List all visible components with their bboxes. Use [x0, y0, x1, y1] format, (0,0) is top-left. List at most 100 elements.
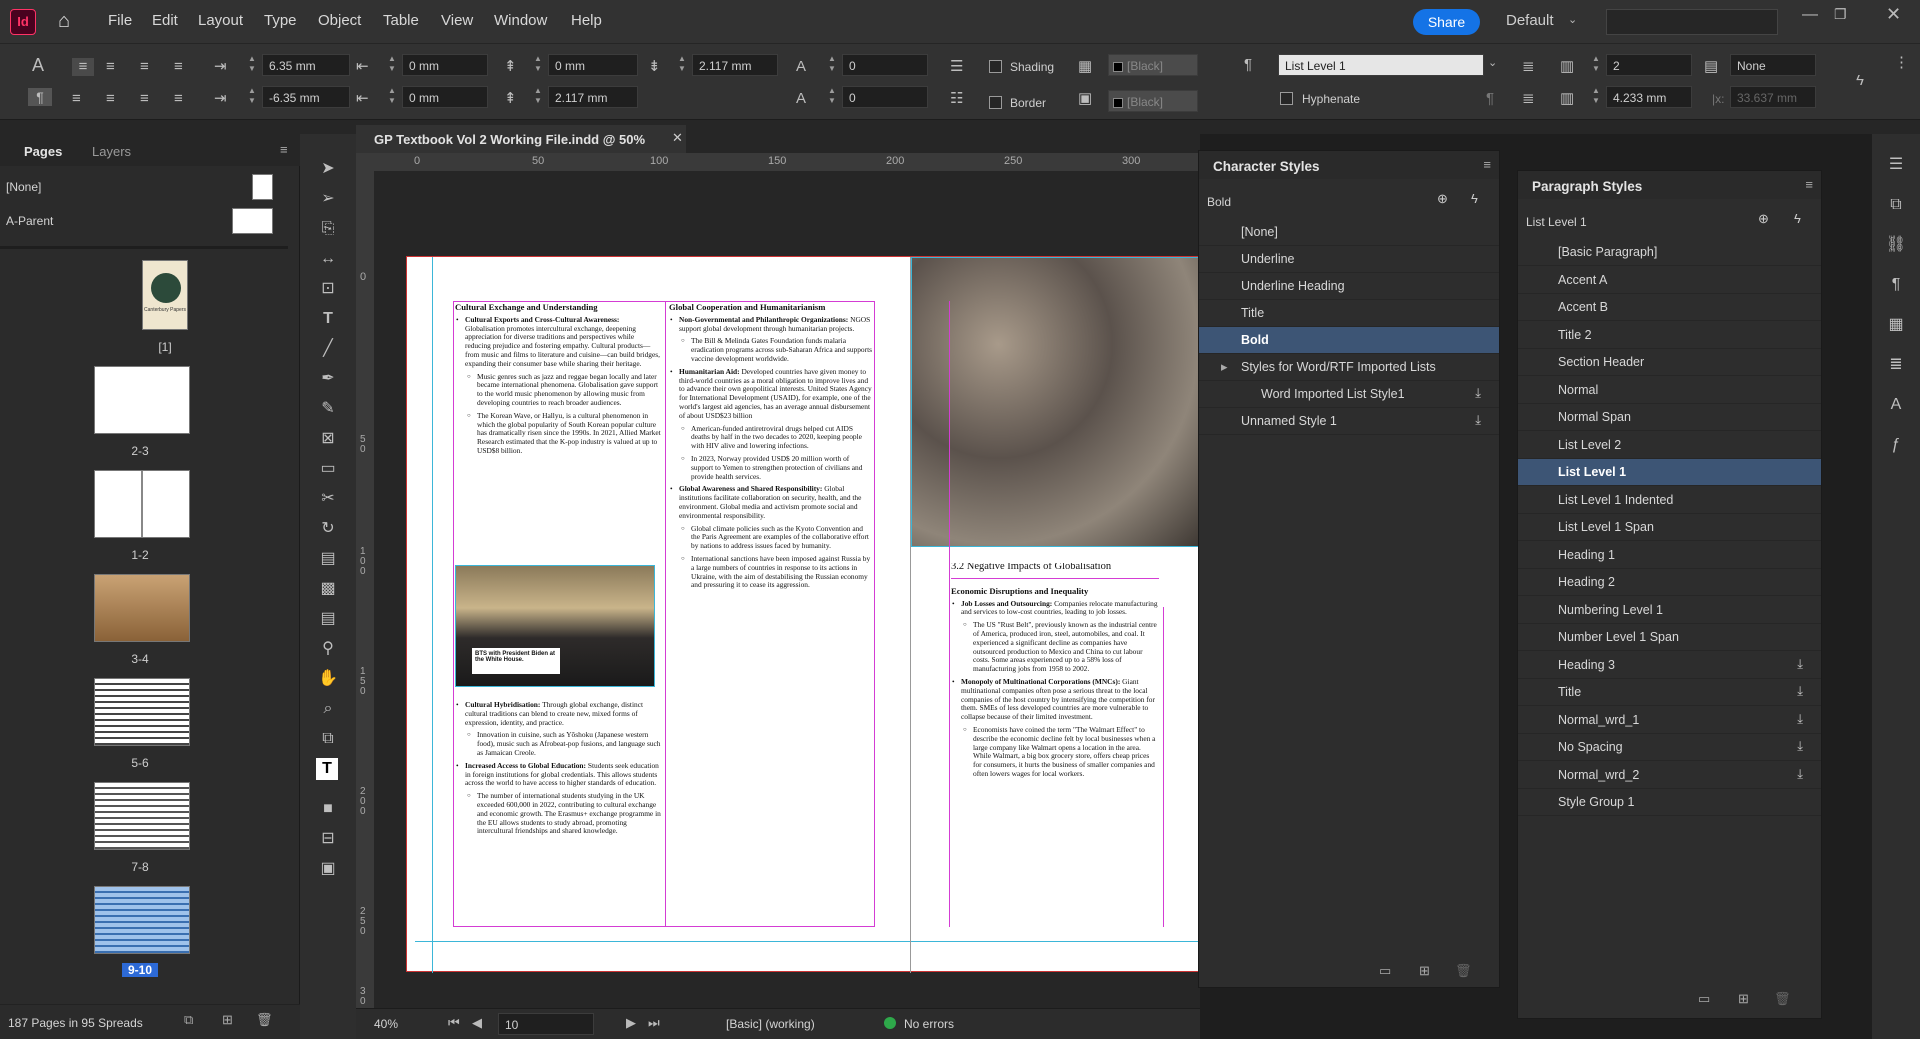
new-style-icon[interactable]: ⊞	[1738, 991, 1749, 1007]
quick-apply-icon[interactable]: ϟ	[1856, 72, 1864, 90]
master-a-parent[interactable]: A-Parent	[6, 214, 53, 228]
direct-selection-tool-icon[interactable]: ➢	[316, 188, 340, 210]
new-page-icon[interactable]: ⊞	[222, 1012, 233, 1028]
shading-settings-icon[interactable]: ▦	[1078, 58, 1092, 76]
panel-menu-icon[interactable]: ≡	[1483, 157, 1491, 172]
zoom-level[interactable]: 40%	[374, 1017, 398, 1031]
line-tool-icon[interactable]: ╱	[316, 338, 340, 360]
hyphenate-checkbox[interactable]	[1280, 92, 1293, 105]
menu-table[interactable]: Table	[383, 12, 419, 29]
left-indent-stepper[interactable]: ▲ ▼	[246, 54, 258, 76]
close-window-icon[interactable]: ✕	[1886, 4, 1901, 25]
page-tool-icon[interactable]: ⎘	[316, 218, 340, 240]
style-item[interactable]: Heading 1	[1518, 542, 1821, 569]
style-item[interactable]: List Level 2	[1518, 432, 1821, 459]
space-after-stepper[interactable]: ▲ ▼	[676, 54, 688, 76]
style-item[interactable]: [Basic Paragraph]	[1518, 239, 1821, 266]
next-page-icon[interactable]: ▶	[626, 1015, 636, 1031]
menu-type[interactable]: Type	[264, 12, 297, 29]
search-input[interactable]	[1606, 9, 1778, 35]
new-group-icon[interactable]: ▭	[1698, 991, 1710, 1007]
align-right-icon[interactable]: ≡	[140, 58, 149, 76]
minimize-icon[interactable]: —	[1802, 6, 1818, 24]
zoom-tool-icon[interactable]: ⌕	[316, 698, 340, 720]
spread-thumb-1-2[interactable]	[94, 470, 190, 538]
style-item[interactable]: Underline Heading	[1199, 273, 1499, 300]
properties-icon[interactable]: ☰	[1884, 154, 1908, 176]
style-item[interactable]: Accent A	[1518, 267, 1821, 294]
left-indent-field[interactable]: 6.35 mm	[262, 54, 350, 76]
formatting-text-icon[interactable]: T	[316, 758, 338, 780]
page-spread[interactable]: Cultural Exchange and Understanding Cult…	[406, 256, 1201, 973]
pages-panel-icon[interactable]: ⧉	[1884, 194, 1908, 216]
page-thumb-cover[interactable]: Canterbury Papers	[142, 260, 188, 330]
gradient-tool-icon[interactable]: ▤	[316, 548, 340, 570]
style-item[interactable]: Title 2	[1518, 322, 1821, 349]
last-indent-field[interactable]: 0 mm	[402, 86, 488, 108]
hand-tool-icon[interactable]: ✋	[316, 668, 340, 690]
scissors-tool-icon[interactable]: ✂	[316, 488, 340, 510]
drop-chars-stepper[interactable]: ▲ ▼	[826, 86, 838, 108]
bts-photo[interactable]: BTS with President Biden at the White Ho…	[455, 565, 655, 687]
note-tool-icon[interactable]: ▤	[316, 608, 340, 630]
menu-view[interactable]: View	[441, 12, 473, 29]
close-document-icon[interactable]: ✕	[672, 130, 683, 146]
justify-all-icon[interactable]: ≡	[106, 90, 115, 108]
preflight-errors[interactable]: No errors	[904, 1017, 954, 1031]
new-style-icon[interactable]: ⊞	[1419, 963, 1430, 979]
edit-page-size-icon[interactable]: ⧉	[184, 1012, 193, 1028]
rectangle-tool-icon[interactable]: ▭	[316, 458, 340, 480]
restore-icon[interactable]: ❐	[1834, 6, 1847, 23]
paragraph-panel-icon[interactable]: ¶	[1884, 274, 1908, 296]
first-indent-stepper[interactable]: ▲ ▼	[246, 86, 258, 108]
view-mode-icon[interactable]: ⊟	[316, 828, 340, 850]
eyedropper-tool-icon[interactable]: ⚲	[316, 638, 340, 660]
border-color-select[interactable]: [Black]	[1108, 90, 1198, 112]
gradient-feather-icon[interactable]: ▩	[316, 578, 340, 600]
rectangle-frame-tool-icon[interactable]: ⊠	[316, 428, 340, 450]
style-item[interactable]: No Spacing	[1518, 734, 1821, 761]
spread-thumb-3-4[interactable]	[94, 574, 190, 642]
page-number-field[interactable]: 10	[498, 1013, 594, 1035]
workspace-switcher[interactable]: Default	[1506, 12, 1554, 29]
fill-stroke-icon[interactable]: ⧉	[316, 728, 340, 750]
align-away-spine-icon[interactable]: ≡	[174, 90, 183, 108]
style-item[interactable]: Unnamed Style 1	[1199, 408, 1499, 435]
panel-menu-icon[interactable]: ⋮	[1894, 54, 1909, 72]
menu-file[interactable]: File	[108, 12, 132, 29]
style-item-selected[interactable]: List Level 1	[1518, 459, 1821, 486]
style-item[interactable]: Heading 2	[1518, 569, 1821, 596]
character-panel-icon[interactable]: A	[1884, 394, 1908, 416]
links-panel-icon[interactable]: ⛓	[1884, 234, 1908, 256]
clear-overrides-icon[interactable]: ¶	[1486, 90, 1494, 108]
right-indent-stepper[interactable]: ▲ ▼	[386, 54, 398, 76]
style-item-selected[interactable]: Bold	[1199, 327, 1499, 354]
stroke-icon[interactable]: ≣	[1884, 354, 1908, 376]
column-1-continued[interactable]: Cultural Hybridisation: Through global e…	[455, 701, 661, 925]
pen-tool-icon[interactable]: ✒	[316, 368, 340, 390]
paragraph-mode-icon[interactable]: ¶	[28, 88, 52, 106]
space-before-alt-stepper[interactable]: ▲ ▼	[532, 86, 544, 108]
span-columns-select[interactable]: None	[1730, 54, 1816, 76]
space-before-stepper[interactable]: ▲ ▼	[532, 54, 544, 76]
style-item[interactable]: Underline	[1199, 246, 1499, 273]
style-item[interactable]: Section Header	[1518, 349, 1821, 376]
space-before-alt-field[interactable]: 2.117 mm	[548, 86, 638, 108]
panel-menu-icon[interactable]: ≡	[1805, 177, 1813, 192]
style-group[interactable]: Styles for Word/RTF Imported Lists	[1199, 354, 1499, 381]
menu-object[interactable]: Object	[318, 12, 361, 29]
menu-layout[interactable]: Layout	[198, 12, 243, 29]
last-page-icon[interactable]: ⏭	[648, 1015, 660, 1031]
style-item[interactable]: Title	[1518, 679, 1821, 706]
style-item[interactable]: Style Group 1	[1518, 789, 1821, 816]
first-page-icon[interactable]: ⏮	[448, 1015, 460, 1031]
columns-field[interactable]: 2	[1606, 54, 1692, 76]
drop-cap-lines-field[interactable]: 0	[842, 54, 928, 76]
style-item[interactable]: Normal_wrd_1	[1518, 707, 1821, 734]
paragraph-style-select[interactable]: List Level 1	[1278, 54, 1484, 76]
apply-color-icon[interactable]: ■	[316, 798, 340, 820]
spread-thumb-2-3[interactable]	[94, 366, 190, 434]
spread-thumb-7-8[interactable]	[94, 782, 190, 850]
style-item[interactable]: Normal	[1518, 377, 1821, 404]
shading-checkbox[interactable]	[989, 60, 1002, 73]
